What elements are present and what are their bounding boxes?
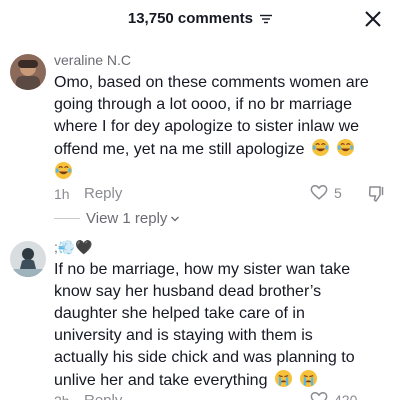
comment-item: veraline N.C Omo, based on these comment… — [0, 0, 400, 240]
comment-text-line: going through a lot oooo, if no br marri… — [54, 96, 352, 113]
comment-timestamp: 2h — [54, 393, 70, 400]
comment-text-segment: offend me, yet na me still apologize — [54, 141, 305, 158]
like-button[interactable]: 420 — [310, 391, 357, 400]
laughing-emoji-icon — [336, 138, 355, 157]
like-count: 5 — [334, 184, 342, 201]
comment-text: Omo, based on these comments women are g… — [54, 72, 384, 184]
comment-item: ;💨🖤 If no be marriage, how my sister wan… — [0, 235, 400, 400]
comment-text-line — [54, 161, 384, 184]
crying-emoji-icon — [274, 369, 293, 388]
comment-text-line: where I for dey apologize to sister inla… — [54, 118, 360, 135]
chevron-down-icon — [171, 216, 180, 221]
comment-text: If no be marriage, how my sister wan tak… — [54, 259, 384, 392]
comment-text-segment: unlive her and take everything — [54, 372, 268, 389]
comment-text-line: offend me, yet na me still apologize — [54, 138, 384, 161]
comment-text-line: daughter she helped take care of in — [54, 305, 305, 322]
view-replies-button[interactable]: View 1 reply — [54, 210, 180, 227]
heart-icon — [310, 185, 328, 200]
crying-emoji-icon — [299, 369, 318, 388]
comment-text-line: unlive her and take everything — [54, 369, 384, 392]
divider — [54, 218, 80, 219]
reply-button[interactable]: Reply — [84, 392, 122, 400]
username[interactable]: veraline N.C — [54, 52, 131, 68]
comment-text-line: university and is staying with them is — [54, 327, 313, 344]
reply-button[interactable]: Reply — [84, 185, 122, 202]
comment-text-line: actually his side chick and was planning… — [54, 349, 355, 366]
laughing-emoji-icon — [54, 161, 73, 180]
comment-text-line: If no be marriage, how my sister wan tak… — [54, 261, 351, 278]
comment-text-line: Omo, based on these comments women are — [54, 74, 369, 91]
like-button[interactable]: 5 — [310, 184, 342, 201]
view-replies-label: View 1 reply — [86, 210, 168, 227]
laughing-emoji-icon — [311, 138, 330, 157]
username[interactable]: ;💨🖤 — [54, 239, 93, 256]
dislike-icon[interactable] — [368, 185, 386, 203]
like-count: 420 — [334, 391, 358, 400]
comment-text-line: know say her husband dead brother’s — [54, 283, 322, 300]
avatar[interactable] — [10, 241, 46, 277]
heart-icon — [310, 392, 328, 400]
avatar[interactable] — [10, 54, 46, 90]
comment-timestamp: 1h — [54, 186, 70, 202]
